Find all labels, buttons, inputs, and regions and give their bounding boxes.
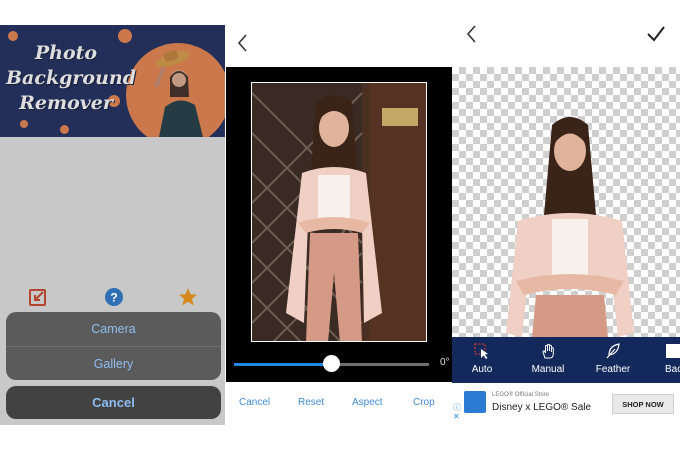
- chevron-left-icon[interactable]: [236, 33, 250, 53]
- crop-photo[interactable]: [251, 82, 427, 342]
- tool-auto[interactable]: Auto: [452, 337, 512, 383]
- ad-sponsor: LEGO® Official Store: [492, 392, 549, 398]
- tool-background-label: Backg: [665, 364, 680, 375]
- hand-icon: [542, 343, 554, 359]
- crop-apply-button[interactable]: Crop: [413, 397, 435, 408]
- help-icon[interactable]: ?: [104, 287, 124, 307]
- shop-now-button[interactable]: SHOP NOW: [612, 394, 674, 414]
- feather-icon: [606, 343, 620, 359]
- tool-feather-label: Feather: [595, 364, 631, 375]
- import-icon[interactable]: [28, 287, 48, 307]
- chevron-left-icon[interactable]: [465, 24, 479, 44]
- tool-manual-label: Manual: [531, 364, 565, 375]
- rotation-slider-thumb[interactable]: [323, 355, 340, 372]
- crop-header: [226, 25, 452, 67]
- rotation-slider-fill: [234, 363, 332, 366]
- crop-actions-bar: Cancel Reset Aspect Crop: [226, 382, 452, 425]
- gallery-option[interactable]: Gallery: [6, 347, 221, 380]
- crop-screen: 0° Cancel Reset Aspect Crop: [226, 25, 452, 425]
- ad-banner[interactable]: ⓘ ✕ LEGO® Official Store Disney x LEGO® S…: [452, 383, 680, 425]
- woman-photo: [252, 83, 426, 341]
- ad-logo: [464, 391, 486, 413]
- sheet-cancel-button[interactable]: Cancel: [6, 386, 221, 419]
- ad-title: Disney x LEGO® Sale: [492, 402, 592, 413]
- eraser-screen: Auto Manual Feather Backg: [452, 10, 680, 425]
- tool-feather[interactable]: Feather: [583, 337, 643, 383]
- crop-canvas: 0°: [226, 67, 452, 382]
- crop-reset-button[interactable]: Reset: [298, 397, 324, 408]
- launcher-screen: Photo Background Remover ? Camera Galler…: [0, 25, 225, 425]
- eraser-header: [452, 10, 680, 67]
- app-screens: Photo Background Remover ? Camera Galler…: [0, 0, 680, 450]
- tool-manual[interactable]: Manual: [518, 337, 578, 383]
- auto-select-icon: [474, 343, 488, 359]
- launcher-icon-row: ?: [0, 287, 225, 313]
- action-sheet: Camera Gallery: [6, 312, 221, 380]
- background-icon: [666, 344, 680, 358]
- star-icon[interactable]: [178, 287, 198, 307]
- camera-option[interactable]: Camera: [6, 312, 221, 346]
- ad-info-icon[interactable]: ⓘ ✕: [453, 403, 461, 421]
- svg-text:?: ?: [110, 291, 117, 305]
- rotation-readout: 0°: [440, 357, 450, 368]
- tool-background[interactable]: Backg: [643, 337, 680, 383]
- transparent-canvas[interactable]: [452, 67, 680, 337]
- eraser-toolbar: Auto Manual Feather Backg: [452, 337, 680, 383]
- crop-aspect-button[interactable]: Aspect: [352, 397, 383, 408]
- crop-cancel-button[interactable]: Cancel: [239, 397, 270, 408]
- cutout-subject: [506, 117, 634, 337]
- checkmark-icon[interactable]: [646, 25, 666, 43]
- tool-auto-label: Auto: [471, 364, 493, 375]
